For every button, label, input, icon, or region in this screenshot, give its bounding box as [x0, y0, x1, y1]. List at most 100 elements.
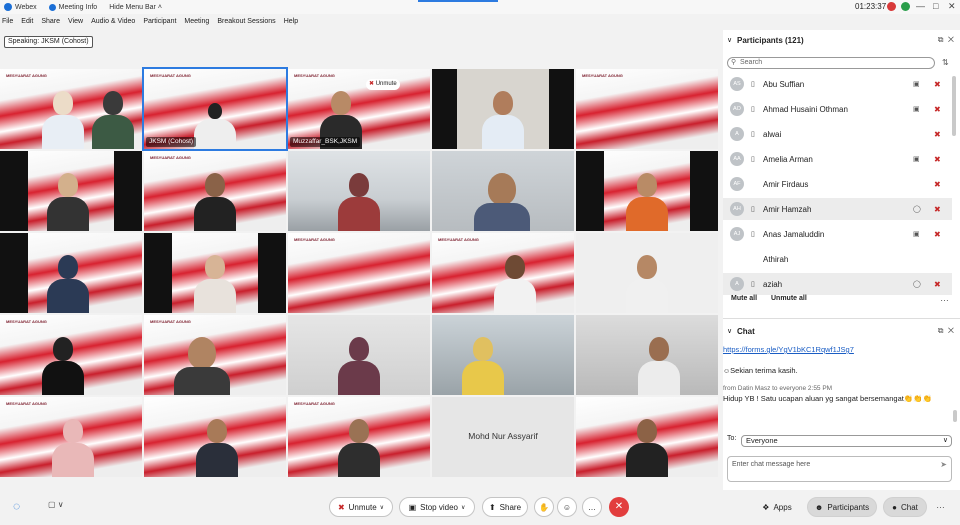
muted-mic-icon[interactable]: ✖	[934, 80, 941, 89]
participant-row[interactable]: AF Amir Firdaus ✖	[723, 173, 952, 195]
participant-name-label: JKSM (Cohost)	[146, 137, 197, 147]
hide-menu-bar-button[interactable]: Hide Menu Bar ˄	[109, 4, 162, 11]
muted-mic-icon[interactable]: ✖	[934, 280, 941, 289]
video-tile[interactable]	[0, 233, 142, 313]
share-button[interactable]: ⬆ Share	[482, 497, 528, 517]
participant-row[interactable]: AJ ▯ Anas Jamaluddin ▣ ✖	[723, 223, 952, 245]
video-tile[interactable]: MESYUARAT AGUNG	[576, 69, 718, 149]
menu-participant[interactable]: Participant	[143, 18, 176, 25]
video-tile[interactable]: MESYUARAT AGUNG	[432, 233, 574, 313]
menu-meeting[interactable]: Meeting	[184, 18, 209, 25]
video-tile[interactable]: MESYUARAT AGUNG ✖ Unmute Muzzaffar_BSK,J…	[288, 69, 430, 149]
participants-button[interactable]: ☻ Participants	[807, 497, 877, 517]
menu-breakout[interactable]: Breakout Sessions	[217, 18, 275, 25]
participant-row[interactable]: A ▯ alwai ✖	[723, 123, 952, 145]
video-tile[interactable]	[432, 315, 574, 395]
send-icon[interactable]: ➤	[940, 460, 947, 469]
meeting-info-button[interactable]: Meeting Info	[48, 3, 97, 11]
avatar: AJ	[730, 227, 744, 241]
participant-row[interactable]: AA ▯ Amelia Arman ▣ ✖	[723, 148, 952, 170]
reactions-button[interactable]: ☺	[557, 497, 577, 517]
video-tile[interactable]: MESYUARAT AGUNG	[288, 233, 430, 313]
muted-mic-icon[interactable]: ✖	[934, 155, 941, 164]
share-icon: ⬆	[488, 502, 496, 512]
video-tile-name-only[interactable]: Mohd Nur Assyarif	[432, 397, 574, 477]
participant-row-hovered[interactable]: AH ▯ Amir Hamzah ◯ ✖	[723, 198, 952, 220]
participant-scrollbar[interactable]	[952, 76, 956, 136]
banner-heading: MESYUARAT AGUNG	[6, 73, 47, 78]
video-tile[interactable]	[288, 315, 430, 395]
video-tile[interactable]	[0, 151, 142, 231]
stop-video-button[interactable]: ▣ Stop video ∨	[399, 497, 475, 517]
video-tile[interactable]	[144, 233, 286, 313]
chat-recipient-select[interactable]: Everyone ∨	[741, 435, 952, 447]
chat-scrollbar[interactable]	[953, 410, 957, 422]
video-tile[interactable]: MESYUARAT AGUNG	[288, 397, 430, 477]
more-options-icon[interactable]: …	[936, 500, 945, 510]
video-tile-active-speaker[interactable]: MESYUARAT AGUNG JKSM (Cohost)	[142, 67, 288, 151]
sort-icon[interactable]: ⇅	[942, 58, 949, 67]
video-tile[interactable]	[432, 151, 574, 231]
layout-icon[interactable]: ▢ ∨	[48, 500, 64, 509]
apps-button[interactable]: ❖ Apps	[754, 497, 800, 517]
participant-row[interactable]: Athirah	[723, 248, 952, 270]
collapse-icon[interactable]: ∨	[727, 327, 732, 335]
video-tile[interactable]	[288, 151, 430, 231]
muted-mic-icon[interactable]: ✖	[934, 205, 941, 214]
participant-search-input[interactable]: ⚲ Search	[727, 57, 935, 69]
video-tile[interactable]: MESYUARAT AGUNG	[0, 397, 142, 477]
video-tile[interactable]	[576, 397, 718, 477]
video-tile[interactable]	[576, 315, 718, 395]
minimize-button[interactable]: —	[916, 1, 925, 11]
video-tile[interactable]	[576, 233, 718, 313]
video-tile[interactable]	[144, 397, 286, 477]
participant-row[interactable]: A ▯ aziah ◯ ✖	[723, 273, 952, 295]
close-panel-icon[interactable]: ✕	[948, 326, 954, 335]
chat-input[interactable]: Enter chat message here ➤	[727, 456, 952, 482]
menu-help[interactable]: Help	[284, 18, 298, 25]
close-button[interactable]: ✕	[948, 1, 956, 12]
video-tile[interactable]: MESYUARAT AGUNG	[144, 315, 286, 395]
video-tile[interactable]	[432, 69, 574, 149]
popout-icon[interactable]: ⧉	[938, 326, 944, 335]
maximize-button[interactable]: □	[933, 1, 938, 11]
muted-mic-icon[interactable]: ✖	[934, 230, 941, 239]
menu-share[interactable]: Share	[41, 18, 60, 25]
unmute-chip[interactable]: ✖ Unmute	[366, 79, 400, 90]
participant-row[interactable]: AS ▯ Abu Suffian ▣ ✖	[723, 73, 952, 95]
more-button[interactable]: …	[582, 497, 602, 517]
unmute-all-button[interactable]: Unmute all	[771, 295, 807, 302]
participant-video	[336, 169, 382, 231]
raise-hand-button[interactable]: ✋	[534, 497, 554, 517]
muted-mic-icon[interactable]: ✖	[934, 180, 941, 189]
video-tile[interactable]: MESYUARAT AGUNG	[144, 151, 286, 231]
people-icon: ☻	[814, 502, 824, 512]
muted-mic-icon[interactable]: ✖	[934, 105, 941, 114]
participant-video	[460, 333, 506, 395]
participant-video	[40, 333, 86, 395]
unmute-button[interactable]: ✖ Unmute ∨	[329, 497, 393, 517]
close-panel-icon[interactable]: ✕	[948, 35, 954, 44]
chat-button[interactable]: ● Chat	[883, 497, 927, 517]
muted-mic-icon[interactable]: ✖	[934, 130, 941, 139]
more-options-icon[interactable]: …	[940, 293, 949, 303]
collapse-icon[interactable]: ∨	[727, 36, 732, 44]
chat-bubble-icon[interactable]: ◯	[913, 205, 921, 213]
menu-audio-video[interactable]: Audio & Video	[91, 18, 135, 25]
chat-bubble-icon[interactable]: ◯	[913, 280, 921, 288]
chat-link[interactable]: https://forms.gle/YgV1bKC1Rqwf1JSg7	[723, 345, 854, 354]
chevron-down-icon: ∨	[942, 437, 948, 444]
menu-edit[interactable]: Edit	[21, 18, 33, 25]
webex-assistant-icon[interactable]: ◌	[13, 499, 20, 513]
popout-icon[interactable]: ⧉	[938, 35, 944, 44]
video-tile[interactable]: MESYUARAT AGUNG	[0, 315, 142, 395]
menu-file[interactable]: File	[2, 18, 13, 25]
mute-all-button[interactable]: Mute all	[731, 295, 757, 302]
device-icon: ▯	[751, 156, 755, 163]
menu-view[interactable]: View	[68, 18, 83, 25]
video-tile[interactable]	[576, 151, 718, 231]
chevron-down-icon: ∨	[379, 504, 385, 511]
participant-row[interactable]: AO ▯ Ahmad Husaini Othman ▣ ✖	[723, 98, 952, 120]
video-tile[interactable]: MESYUARAT AGUNG	[0, 69, 142, 149]
leave-meeting-button[interactable]: ✕	[609, 497, 629, 517]
